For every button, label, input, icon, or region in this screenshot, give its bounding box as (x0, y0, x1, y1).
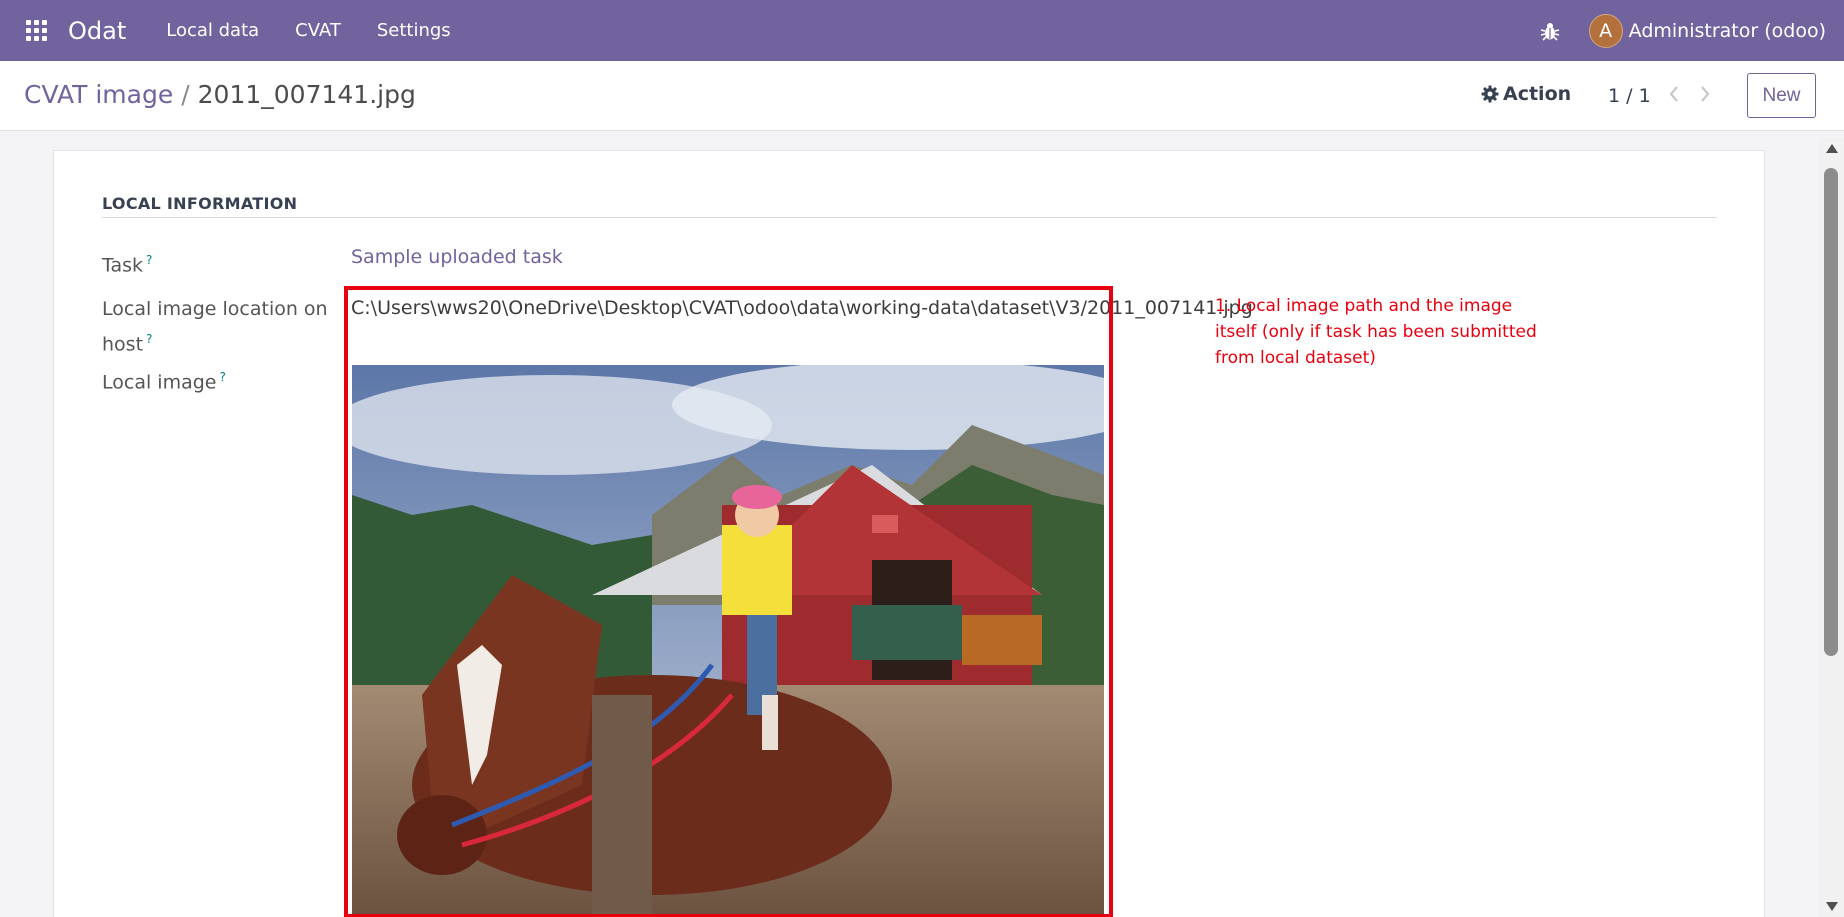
section-divider (102, 217, 1717, 218)
menu-local-data[interactable]: Local data (148, 20, 277, 41)
action-label: Action (1503, 83, 1572, 105)
section-title: LOCAL INFORMATION (102, 194, 298, 213)
control-panel: CVAT image /2011_007141.jpg Action 1 / 1 … (0, 61, 1844, 131)
task-label: Task? (102, 245, 152, 280)
action-button[interactable]: Action (1481, 83, 1571, 105)
help-icon[interactable]: ? (146, 332, 152, 346)
app-brand[interactable]: Odat (68, 17, 126, 45)
grid-apps-icon[interactable] (26, 19, 48, 42)
scroll-up-icon[interactable] (1826, 144, 1838, 153)
menu-cvat[interactable]: CVAT (277, 20, 359, 41)
bug-icon[interactable] (1539, 20, 1561, 42)
location-label: Local image location on host? (102, 294, 328, 359)
help-icon[interactable]: ? (219, 370, 225, 384)
breadcrumb-current: 2011_007141.jpg (197, 80, 416, 109)
scroll-down-icon[interactable] (1826, 902, 1838, 911)
breadcrumb-separator: / (181, 80, 190, 109)
highlight-box (344, 286, 1113, 917)
chevron-right-icon[interactable] (1694, 81, 1716, 107)
new-button[interactable]: New (1747, 73, 1816, 118)
image-label: Local image? (102, 362, 226, 397)
location-label-line1: Local image location on (102, 298, 328, 320)
user-avatar[interactable]: A (1588, 13, 1623, 48)
vertical-scrollbar[interactable] (1819, 138, 1844, 917)
user-name[interactable]: Administrator (odoo) (1629, 20, 1826, 42)
task-link[interactable]: Sample uploaded task (351, 246, 563, 268)
help-icon[interactable]: ? (146, 253, 152, 267)
top-navbar: Odat Local data CVAT Settings A Administ… (0, 0, 1844, 61)
gear-icon (1481, 85, 1499, 103)
annotation-note: 1. Local image path and the image itself… (1215, 296, 1537, 368)
scroll-thumb[interactable] (1824, 168, 1838, 656)
form-sheet: LOCAL INFORMATION Task? Sample uploaded … (53, 150, 1765, 917)
pager-value[interactable]: 1 / 1 (1608, 85, 1651, 107)
menu-settings[interactable]: Settings (359, 20, 469, 41)
breadcrumb-parent[interactable]: CVAT image (24, 80, 173, 109)
chevron-left-icon[interactable] (1663, 81, 1685, 107)
image-label-text: Local image (102, 371, 217, 394)
breadcrumb: CVAT image /2011_007141.jpg (24, 80, 416, 109)
location-label-line2: host (102, 333, 144, 356)
task-label-text: Task (102, 254, 144, 277)
